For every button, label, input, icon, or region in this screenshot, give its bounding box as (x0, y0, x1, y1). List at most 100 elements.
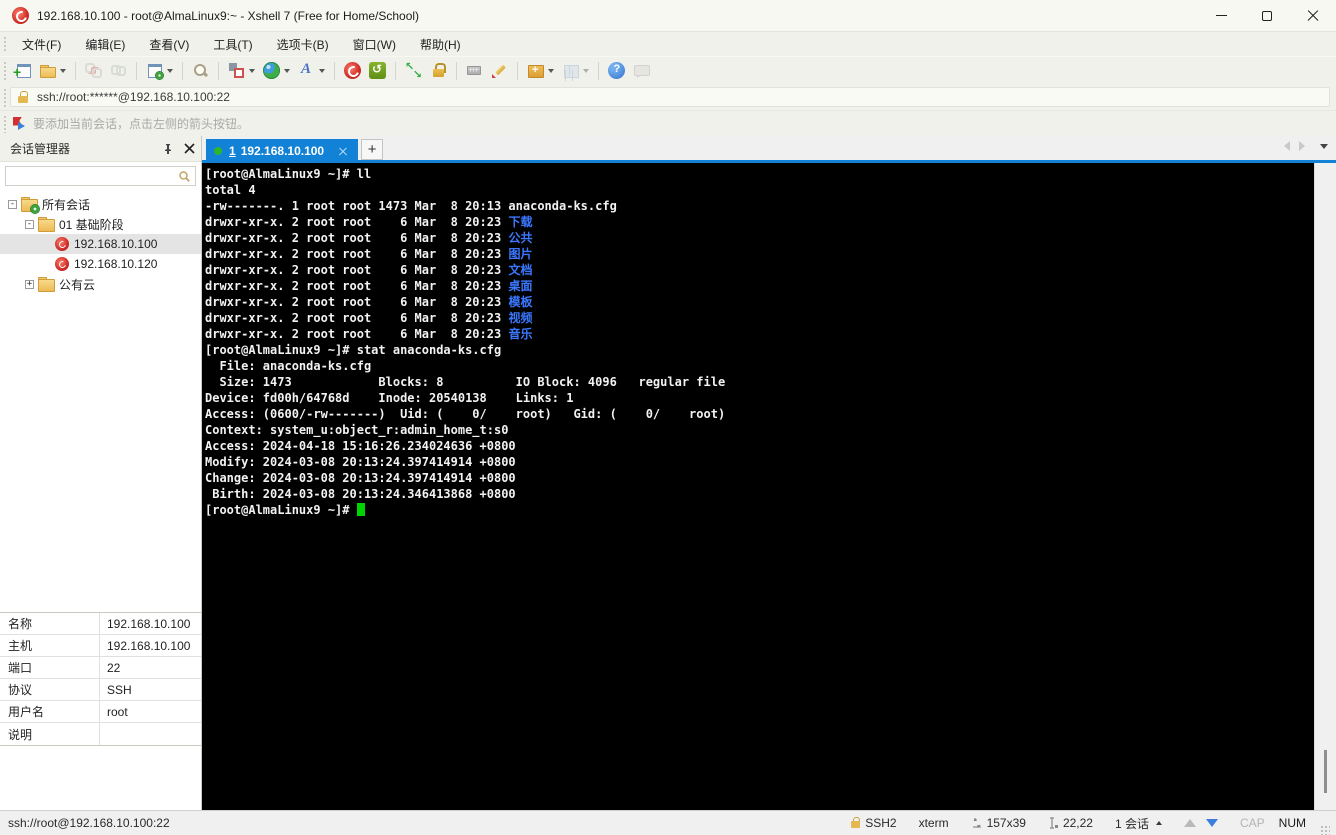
tree-item-folder-public-cloud[interactable]: + 公有云 (0, 274, 201, 294)
tab-close-icon[interactable] (338, 146, 348, 156)
tree-item-all-sessions[interactable]: - 所有会话 (0, 194, 201, 214)
tree-item-session-192-168-10-100[interactable]: 192.168.10.100 (0, 234, 201, 254)
terminal-line: drwxr-xr-x. 2 root root 6 Mar 8 20:23 文档 (205, 263, 533, 277)
terminal-line: [root@AlmaLinux9 ~]# stat anaconda-ks.cf… (205, 343, 502, 357)
menu-item[interactable]: 文件(F) (12, 33, 71, 56)
tree-item-session-192-168-10-120[interactable]: 192.168.10.120 (0, 254, 201, 274)
panel-close-icon[interactable] (184, 143, 195, 154)
terminal-line: Device: fd00h/64768d Inode: 20540138 Lin… (205, 391, 574, 405)
new-tab-button[interactable]: + (361, 139, 384, 160)
terminal-scrollbar[interactable] (1314, 163, 1336, 810)
session-manager-panel: 会话管理器 - 所有会话 -01 基础阶段 192.168.10.100 192.168… (0, 136, 202, 810)
caret-position-icon (1048, 817, 1059, 829)
tab-scroll-right-icon[interactable] (1299, 141, 1305, 151)
dropdown-arrow-icon[interactable] (548, 68, 554, 73)
menu-item[interactable]: 选项卡(B) (267, 33, 339, 56)
font-button[interactable] (294, 59, 329, 82)
fullscreen-button[interactable] (401, 59, 426, 82)
property-row[interactable]: 用户名 root (0, 701, 201, 723)
tab-scroll-left-icon[interactable] (1284, 141, 1290, 151)
terminal-line: [root@AlmaLinux9 ~]# (205, 502, 1314, 518)
add-session-flag-icon[interactable] (12, 117, 26, 131)
toolbar-separator (395, 61, 396, 80)
drag-handle[interactable] (3, 35, 8, 53)
drag-handle[interactable] (3, 87, 8, 107)
xshell-icon (344, 62, 361, 79)
folder-gear-icon (21, 197, 39, 213)
lock-screen-icon (430, 62, 447, 79)
dropdown-arrow-icon[interactable] (249, 68, 255, 73)
status-session-count[interactable]: 1 会话 (1115, 815, 1162, 832)
terminal-line: Access: 2024-04-18 15:16:26.234024636 +0… (205, 439, 516, 453)
menu-item[interactable]: 编辑(E) (75, 33, 135, 56)
property-row[interactable]: 主机 192.168.10.100 (0, 635, 201, 657)
tree-item-folder-01-basic[interactable]: - 01 基础阶段 (0, 214, 201, 234)
session-search-input[interactable] (6, 168, 178, 184)
tab-list-dropdown-icon[interactable] (1320, 143, 1328, 149)
minimize-button[interactable] (1198, 0, 1244, 31)
tile-layout-button (558, 59, 593, 82)
menu-item[interactable]: 窗口(W) (343, 33, 406, 56)
find-button[interactable] (188, 59, 213, 82)
compose-pane-icon (228, 62, 245, 79)
xshell-button[interactable] (340, 59, 365, 82)
property-value: 22 (107, 660, 121, 675)
open-session-button[interactable] (35, 59, 70, 82)
terminal-output[interactable]: [root@AlmaLinux9 ~]# ll total 4 -rw-------… (202, 163, 1314, 810)
dropdown-arrow-icon[interactable] (319, 68, 325, 73)
search-icon (179, 170, 190, 182)
help-button[interactable] (604, 59, 629, 82)
scroll-down-button[interactable] (1205, 819, 1218, 827)
new-session-button[interactable] (10, 59, 35, 82)
dropdown-arrow-icon[interactable] (167, 68, 173, 73)
tree-item-label: 公有云 (59, 277, 96, 292)
highlight-pen-button[interactable] (487, 59, 512, 82)
pin-icon[interactable] (162, 143, 174, 155)
xftp-button[interactable] (365, 59, 390, 82)
menu-item[interactable]: 工具(T) (203, 33, 262, 56)
tab-192-168-10-100[interactable]: 1 192.168.10.100 (206, 139, 359, 163)
xshell-app-icon (12, 7, 29, 24)
property-row[interactable]: 协议 SSH (0, 679, 201, 701)
drag-handle[interactable] (3, 114, 8, 133)
collapse-icon[interactable]: - (25, 219, 34, 229)
terminal-line: -rw-------. 1 root root 1473 Mar 8 20:13… (205, 199, 617, 213)
session-properties-button[interactable] (142, 59, 177, 82)
terminal-line: drwxr-xr-x. 2 root root 6 Mar 8 20:23 模板 (205, 295, 533, 309)
virtual-keyboard-button[interactable] (462, 59, 487, 82)
toolbar-separator (136, 61, 137, 80)
close-button[interactable] (1290, 0, 1336, 31)
expand-icon[interactable]: + (25, 279, 34, 289)
dropdown-arrow-icon[interactable] (284, 68, 290, 73)
drag-handle[interactable] (3, 60, 8, 81)
address-field[interactable]: ssh://root:******@192.168.10.100:22 (10, 87, 1330, 107)
new-folder-button[interactable] (523, 59, 558, 82)
close-icon (1307, 10, 1319, 22)
arrow-down-icon (1205, 819, 1218, 827)
scrollbar-thumb[interactable] (1324, 750, 1327, 793)
toolbar-separator (75, 61, 76, 80)
dropdown-arrow-icon[interactable] (583, 68, 589, 73)
info-bar: 要添加当前会话，点击左侧的箭头按钮。 (0, 110, 1336, 136)
maximize-button[interactable] (1244, 0, 1290, 31)
tree-item-label: 192.168.10.120 (74, 257, 158, 271)
property-row[interactable]: 端口 22 (0, 657, 201, 679)
encoding-globe-button[interactable] (259, 59, 294, 82)
dropdown-arrow-icon[interactable] (60, 68, 66, 73)
terminal-line: drwxr-xr-x. 2 root root 6 Mar 8 20:23 下载 (205, 215, 533, 229)
disconnect-button (81, 59, 106, 82)
property-value: root (107, 704, 128, 719)
collapse-icon[interactable]: - (8, 199, 17, 209)
compose-pane-button[interactable] (224, 59, 259, 82)
disconnect-icon (85, 62, 102, 79)
resize-grip[interactable] (1320, 825, 1330, 835)
encryption-lock-icon (850, 817, 861, 829)
session-search-box[interactable] (5, 166, 196, 186)
menu-item[interactable]: 帮助(H) (410, 33, 471, 56)
menu-item[interactable]: 查看(V) (139, 33, 199, 56)
property-row[interactable]: 名称 192.168.10.100 (0, 613, 201, 635)
terminal-line: File: anaconda-ks.cfg (205, 359, 372, 373)
toolbar (0, 56, 1336, 84)
property-row[interactable]: 说明 (0, 723, 201, 745)
lock-screen-button[interactable] (426, 59, 451, 82)
